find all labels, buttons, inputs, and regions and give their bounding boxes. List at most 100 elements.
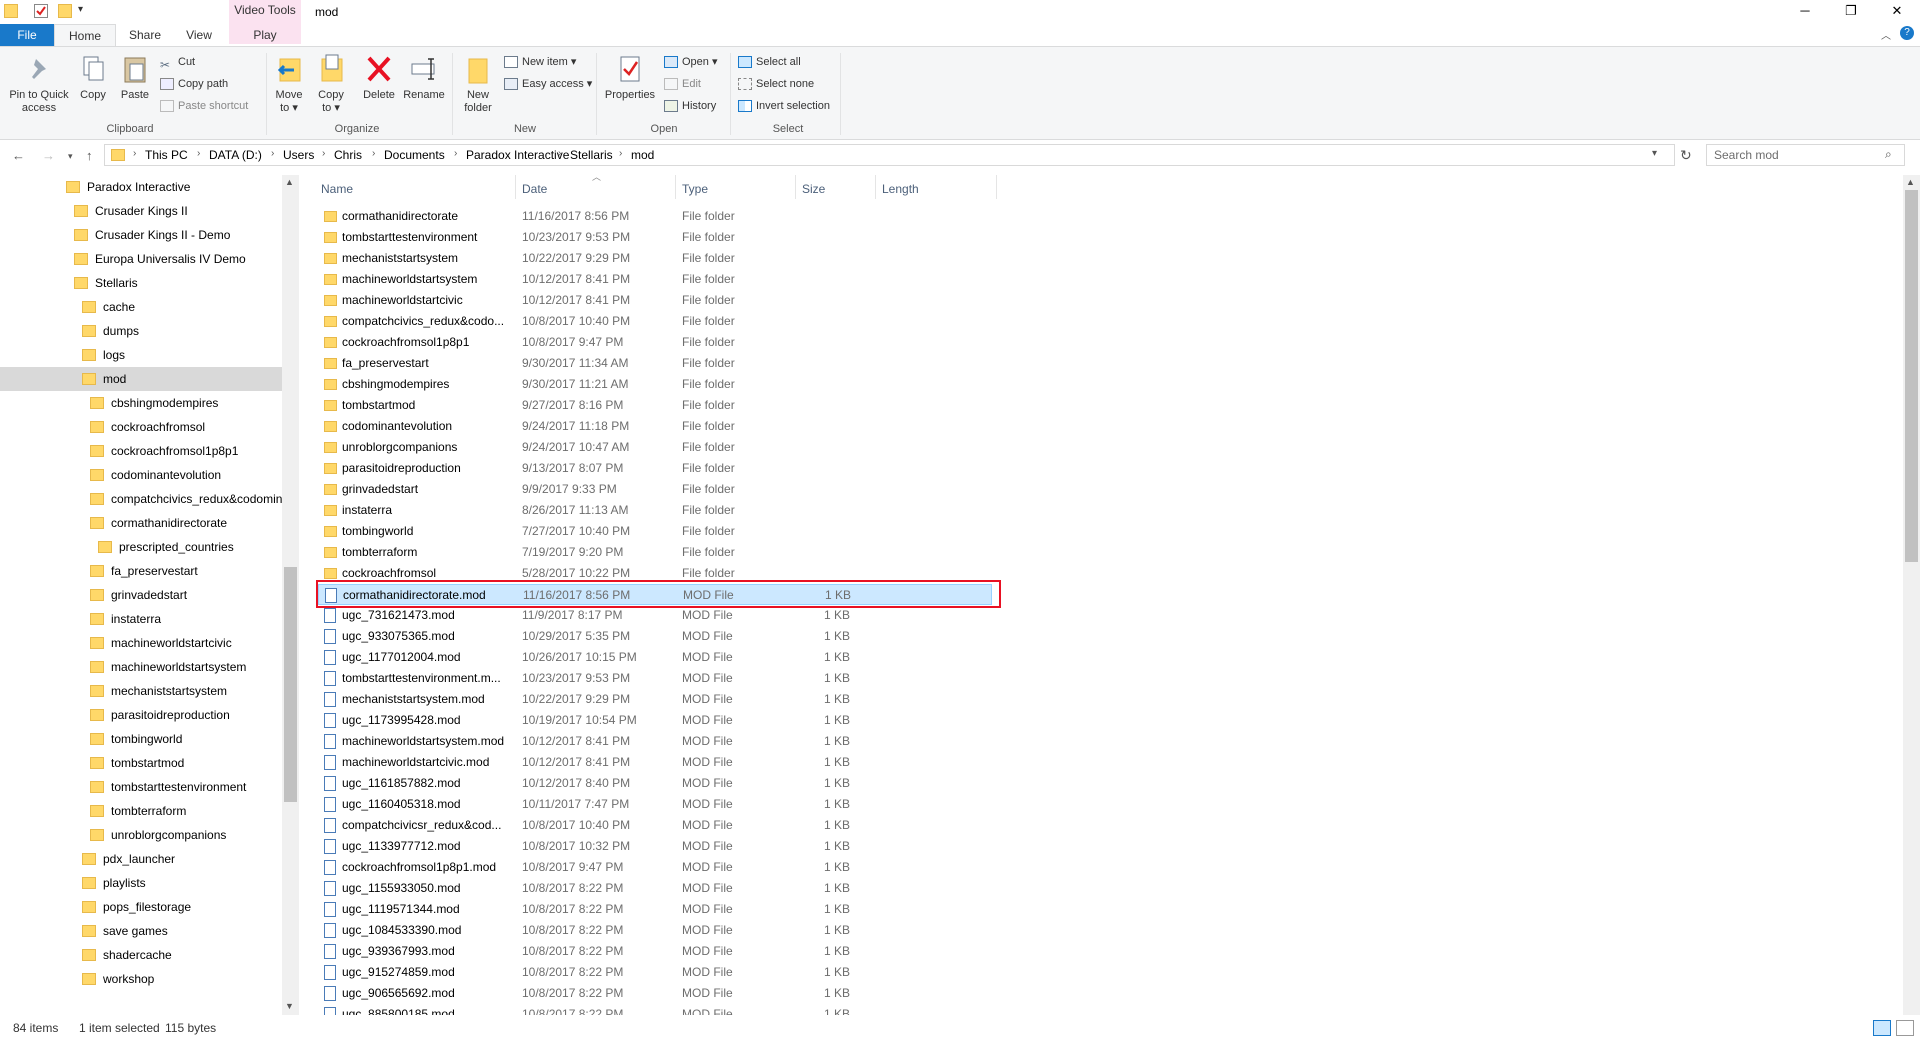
tree-item[interactable]: shadercache: [0, 943, 282, 967]
rename-button[interactable]: Rename: [402, 53, 446, 102]
file-row[interactable]: ugc_933075365.mod 10/29/2017 5:35 PM MOD F…: [318, 626, 992, 647]
file-row[interactable]: tombstarttestenvironment 10/23/2017 9:53 …: [318, 227, 992, 248]
column-header-length[interactable]: Length: [882, 179, 919, 199]
file-row[interactable]: machineworldstartcivic.mod 10/12/2017 8:4…: [318, 752, 992, 773]
file-row[interactable]: ugc_1173995428.mod 10/19/2017 10:54 PM MOD…: [318, 710, 992, 731]
open-button[interactable]: Open ▾: [664, 53, 718, 71]
file-row[interactable]: tombstarttestenvironment.m... 10/23/2017 …: [318, 668, 992, 689]
nav-scrollbar-thumb[interactable]: [284, 567, 297, 802]
file-row[interactable]: cbshingmodempires 9/30/2017 11:21 AM File …: [318, 374, 992, 395]
maximize-button[interactable]: ❐: [1828, 0, 1874, 22]
breadcrumb-item[interactable]: Users: [283, 148, 314, 162]
tree-item[interactable]: cormathanidirectorate: [0, 511, 282, 535]
properties-button[interactable]: Properties: [602, 53, 658, 102]
address-bar[interactable]: › This PC › DATA (D:) › Users › Chris › Documents…: [104, 144, 1675, 166]
file-row[interactable]: cormathanidirectorate 11/16/2017 8:56 PM F…: [318, 206, 992, 227]
tree-item[interactable]: Crusader Kings II: [0, 199, 282, 223]
file-row[interactable]: machineworldstartcivic 10/12/2017 8:41 PM…: [318, 290, 992, 311]
tree-item[interactable]: Crusader Kings II - Demo: [0, 223, 282, 247]
file-row[interactable]: ugc_1177012004.mod 10/26/2017 10:15 PM MOD…: [318, 647, 992, 668]
tab-file[interactable]: File: [0, 24, 54, 46]
tree-item[interactable]: pdx_launcher: [0, 847, 282, 871]
tree-item[interactable]: prescripted_countries: [0, 535, 282, 559]
breadcrumb-item[interactable]: Documents: [384, 148, 445, 162]
breadcrumb-item[interactable]: DATA (D:): [209, 148, 262, 162]
tree-item[interactable]: instaterra: [0, 607, 282, 631]
select-all-button[interactable]: Select all: [738, 53, 801, 71]
file-row[interactable]: mechaniststartsystem 10/22/2017 9:29 PM Fi…: [318, 248, 992, 269]
breadcrumb-item[interactable]: Chris: [334, 148, 362, 162]
up-arrow-icon[interactable]: ↑: [86, 148, 93, 163]
tab-play[interactable]: Play: [229, 28, 301, 42]
file-row[interactable]: tombingworld 7/27/2017 10:40 PM File folde…: [318, 521, 992, 542]
customize-quick-access-icon[interactable]: ▾: [78, 4, 92, 18]
file-row[interactable]: ugc_1155933050.mod 10/8/2017 8:22 PM MOD F…: [318, 878, 992, 899]
forward-arrow-icon[interactable]: →: [42, 148, 55, 163]
file-row[interactable]: ugc_906565692.mod 10/8/2017 8:22 PM MOD Fi…: [318, 983, 992, 1004]
file-row[interactable]: ugc_915274859.mod 10/8/2017 8:22 PM MOD Fi…: [318, 962, 992, 983]
column-divider[interactable]: [675, 175, 676, 199]
easy-access-button[interactable]: Easy access ▾: [504, 75, 592, 93]
tree-item[interactable]: save games: [0, 919, 282, 943]
tree-item[interactable]: cockroachfromsol: [0, 415, 282, 439]
tree-item[interactable]: Stellaris: [0, 271, 282, 295]
close-button[interactable]: ✕: [1874, 0, 1920, 22]
file-row[interactable]: compatchcivicsr_redux&cod... 10/8/2017 10…: [318, 815, 992, 836]
breadcrumb-item[interactable]: Stellaris: [570, 148, 613, 162]
column-divider[interactable]: [875, 175, 876, 199]
breadcrumb-separator-icon[interactable]: ›: [619, 148, 622, 159]
tree-item[interactable]: cache: [0, 295, 282, 319]
column-divider[interactable]: [795, 175, 796, 199]
scroll-up-icon[interactable]: ▲: [285, 177, 294, 187]
new-item-button[interactable]: New item ▾: [504, 53, 576, 71]
file-row[interactable]: ugc_1161857882.mod 10/12/2017 8:40 PM MOD …: [318, 773, 992, 794]
file-row[interactable]: codominantevolution 9/24/2017 11:18 PM Fil…: [318, 416, 992, 437]
history-button[interactable]: History: [664, 97, 716, 115]
column-header-date[interactable]: Date: [522, 179, 547, 199]
tab-share[interactable]: Share: [120, 24, 170, 46]
edit-button[interactable]: Edit: [664, 75, 701, 93]
breadcrumb-separator-icon[interactable]: ›: [197, 148, 200, 159]
file-row[interactable]: unroblorgcompanions 9/24/2017 10:47 AM Fil…: [318, 437, 992, 458]
tree-item[interactable]: machineworldstartcivic: [0, 631, 282, 655]
file-row[interactable]: cockroachfromsol1p8p1.mod 10/8/2017 9:47 …: [318, 857, 992, 878]
tree-item[interactable]: machineworldstartsystem: [0, 655, 282, 679]
file-list-scrollbar-thumb[interactable]: [1905, 190, 1918, 562]
file-row[interactable]: ugc_939367993.mod 10/8/2017 8:22 PM MOD Fi…: [318, 941, 992, 962]
invert-selection-button[interactable]: Invert selection: [738, 97, 830, 115]
tree-item[interactable]: codominantevolution: [0, 463, 282, 487]
recent-locations-icon[interactable]: ▾: [68, 151, 73, 162]
new-folder-quick-icon[interactable]: [58, 4, 72, 18]
properties-quick-icon[interactable]: [34, 4, 48, 18]
paste-button[interactable]: Paste: [118, 53, 152, 102]
tree-item[interactable]: grinvadedstart: [0, 583, 282, 607]
cut-button[interactable]: ✂ Cut: [160, 53, 195, 72]
details-view-icon[interactable]: [1873, 1020, 1891, 1036]
tab-home[interactable]: Home: [54, 24, 116, 46]
breadcrumb-separator-icon[interactable]: ›: [271, 148, 274, 159]
back-arrow-icon[interactable]: ←: [12, 148, 25, 163]
breadcrumb-item[interactable]: Paradox Interactive: [466, 148, 569, 162]
tree-item[interactable]: cbshingmodempires: [0, 391, 282, 415]
refresh-icon[interactable]: ↻: [1680, 147, 1692, 164]
tree-item[interactable]: tombstarttestenvironment: [0, 775, 282, 799]
file-row[interactable]: ugc_1133977712.mod 10/8/2017 10:32 PM MOD …: [318, 836, 992, 857]
column-header-name[interactable]: Name: [321, 179, 353, 199]
address-dropdown-icon[interactable]: ▾: [1652, 148, 1657, 159]
tree-item[interactable]: workshop: [0, 967, 282, 991]
pin-to-quick-access-button[interactable]: Pin to Quick access: [4, 53, 74, 115]
minimize-button[interactable]: ─: [1782, 0, 1828, 22]
select-none-button[interactable]: Select none: [738, 75, 814, 93]
new-folder-button[interactable]: New folder: [458, 53, 498, 115]
tree-item[interactable]: mod: [0, 367, 282, 391]
file-row[interactable]: mechaniststartsystem.mod 10/22/2017 9:29 …: [318, 689, 992, 710]
breadcrumb-separator-icon[interactable]: ›: [558, 148, 561, 159]
file-row[interactable]: compatchcivics_redux&codo... 10/8/2017 10…: [318, 311, 992, 332]
tree-item[interactable]: compatchcivics_redux&codomin: [0, 487, 282, 511]
breadcrumb-item[interactable]: mod: [631, 148, 654, 162]
tree-item[interactable]: fa_preservestart: [0, 559, 282, 583]
tree-item[interactable]: cockroachfromsol1p8p1: [0, 439, 282, 463]
file-row[interactable]: parasitoidreproduction 9/13/2017 8:07 PM F…: [318, 458, 992, 479]
breadcrumb-item[interactable]: This PC: [145, 148, 188, 162]
help-icon[interactable]: ?: [1900, 26, 1914, 40]
